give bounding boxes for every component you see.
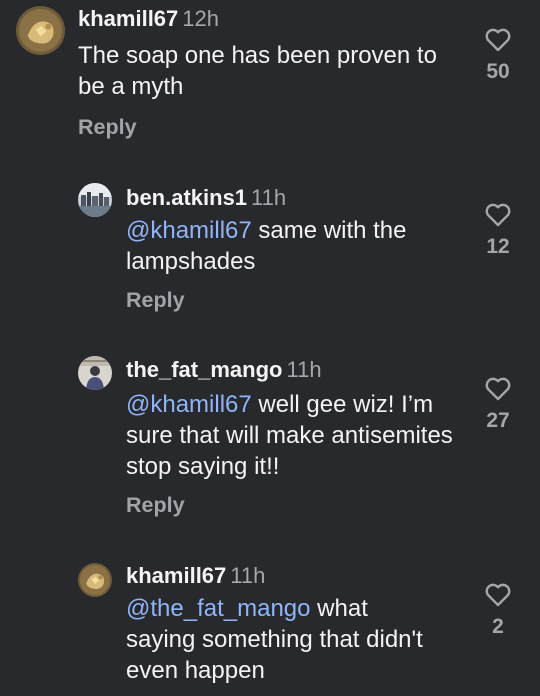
timestamp: 12h — [182, 6, 219, 31]
timestamp: 11h — [251, 185, 287, 210]
like-count: 27 — [486, 409, 510, 432]
like-control: 2 — [468, 581, 528, 639]
username[interactable]: khamill67 — [78, 6, 178, 31]
heart-icon[interactable] — [484, 201, 512, 227]
username[interactable]: ben.atkins1 — [126, 185, 247, 210]
reply-comment-item: khamill67 11h @the_fat_mango what saying … — [0, 560, 540, 696]
comment-header: ben.atkins1 11h — [126, 185, 286, 211]
timestamp: 11h — [230, 563, 266, 588]
mention-link[interactable]: @the_fat_mango — [126, 595, 311, 622]
khamill-avatar-icon[interactable] — [16, 6, 65, 55]
mention-link[interactable]: @khamill67 — [126, 217, 252, 244]
heart-icon[interactable] — [484, 26, 512, 52]
comment-text: The soap one has been proven to be a myt… — [78, 40, 458, 102]
reply-button[interactable]: Reply — [126, 493, 185, 518]
like-count: 12 — [486, 235, 510, 258]
comment-text: @the_fat_mango what saying something tha… — [126, 593, 426, 686]
reply-button[interactable]: Reply — [78, 115, 137, 140]
heart-icon[interactable] — [484, 375, 512, 401]
username[interactable]: khamill67 — [126, 563, 226, 588]
mention-link[interactable]: @khamill67 — [126, 391, 252, 418]
city-avatar-icon[interactable] — [78, 183, 112, 217]
like-control: 27 — [468, 375, 528, 433]
reply-button[interactable]: Reply — [126, 288, 185, 313]
comment-item: khamill67 12h The soap one has been prove… — [0, 0, 540, 160]
comment-text: @khamill67 same with the lampshades — [126, 215, 446, 277]
comment-header: khamill67 12h — [78, 6, 219, 32]
timestamp: 11h — [286, 357, 322, 382]
username[interactable]: the_fat_mango — [126, 357, 282, 382]
khamill-avatar-icon[interactable] — [78, 563, 112, 597]
comment-text: @khamill67 well gee wiz! I’m sure that w… — [126, 389, 471, 482]
reply-comment-item: the_fat_mango 11h @khamill67 well gee wiz… — [0, 352, 540, 532]
like-control: 50 — [468, 26, 528, 84]
comment-header: the_fat_mango 11h — [126, 357, 322, 383]
like-control: 12 — [468, 201, 528, 259]
like-count: 2 — [492, 615, 504, 638]
comment-body: The soap one has been proven to be a myt… — [78, 42, 437, 100]
like-count: 50 — [486, 60, 510, 83]
comment-header: khamill67 11h — [126, 563, 265, 589]
person-avatar-icon[interactable] — [78, 356, 112, 390]
reply-comment-item: ben.atkins1 11h @khamill67 same with the … — [0, 178, 540, 328]
heart-icon[interactable] — [484, 581, 512, 607]
